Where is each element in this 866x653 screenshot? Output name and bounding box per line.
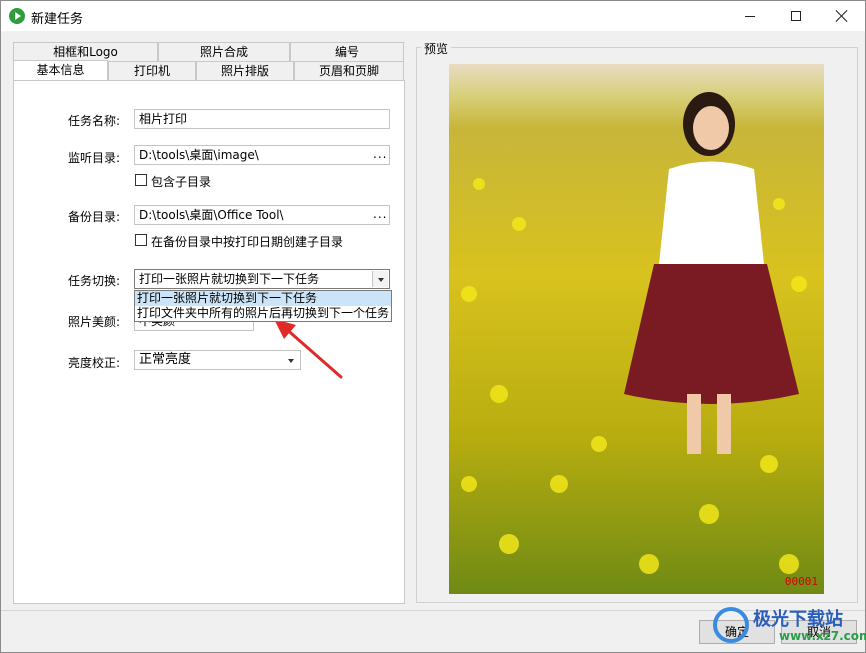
minimize-icon: [745, 15, 755, 17]
backup-by-date-label: 在备份目录中按打印日期创建子目录: [151, 235, 344, 249]
backup-by-date-checkbox[interactable]: [135, 234, 147, 246]
backup-dir-value: D:\tools\桌面\Office Tool\: [139, 208, 284, 222]
task-name-input[interactable]: 相片打印: [134, 109, 390, 129]
tab-header-footer[interactable]: 页眉和页脚: [294, 61, 404, 81]
backup-dir-browse-button[interactable]: ...: [373, 207, 387, 221]
site-watermark: 极光下载站 www.xz7.com: [713, 605, 866, 651]
preview-photo: [461, 92, 807, 574]
tab-photo-layout[interactable]: 照片排版: [196, 61, 294, 81]
brightness-label: 亮度校正:: [68, 356, 121, 370]
task-switch-select[interactable]: 打印一张照片就切换到下一下任务: [134, 269, 390, 289]
beautify-label: 照片美颜:: [68, 315, 121, 329]
title-bar: 新建任务: [1, 1, 865, 31]
task-switch-option[interactable]: 打印一张照片就切换到下一下任务: [135, 291, 391, 306]
backup-dir-input[interactable]: D:\tools\桌面\Office Tool\: [134, 205, 390, 225]
task-switch-dropdown: 打印一张照片就切换到下一下任务 打印文件夹中所有的照片后再切换到下一个任务: [134, 290, 392, 322]
watch-dir-browse-button[interactable]: ...: [373, 147, 387, 161]
tab-photo-compose[interactable]: 照片合成: [158, 42, 290, 62]
annotation-arrow: [274, 319, 343, 379]
new-task-window: 新建任务 相框和Logo 照片合成 编号 基本信息 打印机 照片排版 页眉和页脚…: [0, 0, 866, 653]
task-switch-label: 任务切换:: [68, 274, 121, 288]
brightness-value: 正常亮度: [139, 352, 192, 367]
maximize-icon: [791, 11, 801, 21]
maximize-button[interactable]: [773, 1, 819, 31]
tab-basic-info[interactable]: 基本信息: [13, 60, 108, 82]
watch-dir-value: D:\tools\桌面\image\: [139, 148, 259, 162]
preview-image: 00001: [449, 64, 824, 594]
serial-number: 00001: [784, 575, 818, 588]
tab-frame-logo[interactable]: 相框和Logo: [13, 42, 158, 62]
watch-dir-label: 监听目录:: [68, 151, 121, 165]
window-title: 新建任务: [31, 12, 84, 27]
watermark-sub-text: www.xz7.com: [779, 629, 866, 643]
tab-printer[interactable]: 打印机: [108, 61, 196, 81]
watch-dir-input[interactable]: D:\tools\桌面\image\: [134, 145, 390, 165]
watermark-logo-icon: [713, 607, 749, 643]
tab-numbering[interactable]: 编号: [290, 42, 404, 62]
app-icon: [9, 8, 25, 24]
minimize-button[interactable]: [727, 1, 773, 31]
include-subdirs-checkbox[interactable]: [135, 174, 147, 186]
watermark-main-text: 极光下载站: [753, 609, 843, 630]
task-switch-value: 打印一张照片就切换到下一下任务: [139, 272, 320, 286]
preview-legend: 预览: [421, 40, 452, 57]
close-icon: [836, 10, 848, 22]
chevron-down-icon[interactable]: [372, 271, 388, 287]
annotation-arrow-line: [282, 325, 343, 379]
close-button[interactable]: [819, 1, 865, 31]
backup-dir-label: 备份目录:: [68, 210, 121, 224]
task-name-label: 任务名称:: [68, 114, 121, 128]
task-switch-option[interactable]: 打印文件夹中所有的照片后再切换到下一个任务: [135, 306, 391, 321]
include-subdirs-label: 包含子目录: [151, 175, 212, 189]
